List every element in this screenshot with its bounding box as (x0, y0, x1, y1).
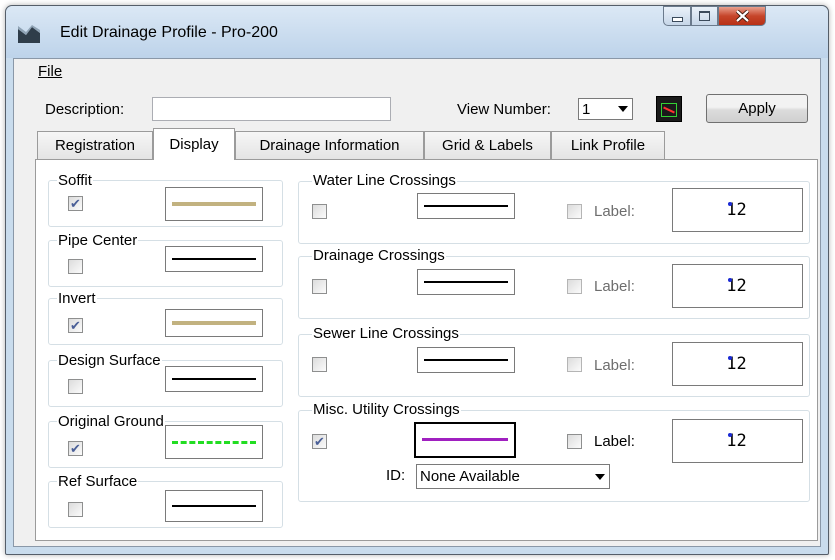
design-surface-label: Design Surface (57, 352, 162, 369)
sewer-line-label-text: Label: (594, 357, 635, 374)
view-number-value: 1 (582, 100, 591, 118)
description-label: Description: (45, 101, 125, 118)
water-line-label-text: Label: (594, 203, 635, 220)
soffit-label: Soffit (57, 172, 93, 189)
drainage-line-style[interactable] (417, 269, 515, 295)
misc-utility-checkbox[interactable]: ✔ (312, 434, 327, 449)
sewer-line-text-style[interactable]: 12 (672, 342, 803, 386)
sewer-line-line-style[interactable] (417, 347, 515, 373)
design-surface-checkbox[interactable] (68, 379, 83, 394)
minimize-button[interactable] (663, 6, 691, 26)
pipe-center-checkbox[interactable] (68, 259, 83, 274)
original-ground-checkbox[interactable]: ✔ (68, 441, 83, 456)
description-input[interactable] (152, 97, 391, 121)
pipe-center-label: Pipe Center (57, 232, 139, 249)
close-button[interactable] (718, 6, 766, 26)
water-line-crossings-label: Water Line Crossings (312, 172, 457, 189)
drainage-text-style[interactable]: 12 (672, 264, 803, 308)
id-label: ID: (386, 467, 406, 484)
view-number-label: View Number: (457, 101, 551, 118)
design-surface-line-style[interactable] (165, 366, 263, 392)
sewer-line-label-checkbox[interactable] (567, 357, 582, 372)
minimize-icon (671, 17, 683, 22)
ref-surface-label: Ref Surface (57, 473, 139, 490)
drainage-label-text: Label: (594, 278, 635, 295)
drainage-checkbox[interactable] (312, 279, 327, 294)
misc-utility-label-checkbox[interactable] (567, 434, 582, 449)
pipe-center-line-style[interactable] (165, 246, 263, 272)
tab-link-profile[interactable]: Link Profile (551, 131, 665, 159)
invert-label: Invert (57, 290, 97, 307)
drainage-label-checkbox[interactable] (567, 279, 582, 294)
invert-checkbox[interactable]: ✔ (68, 318, 83, 333)
water-line-line-style[interactable] (417, 193, 515, 219)
id-select[interactable]: None Available (416, 464, 610, 489)
app-icon (18, 25, 40, 43)
ref-surface-line-style[interactable] (165, 490, 263, 522)
misc-utility-crossings-label: Misc. Utility Crossings (312, 401, 461, 418)
soffit-checkbox[interactable]: ✔ (68, 196, 83, 211)
misc-utility-text-style[interactable]: 12 (672, 419, 803, 463)
drainage-crossings-label: Drainage Crossings (312, 247, 446, 264)
tab-drainage-information[interactable]: Drainage Information (235, 131, 424, 159)
chevron-down-icon (618, 106, 628, 112)
water-line-checkbox[interactable] (312, 204, 327, 219)
ref-surface-checkbox[interactable] (68, 502, 83, 517)
soffit-line-style[interactable] (165, 187, 263, 221)
sewer-line-checkbox[interactable] (312, 357, 327, 372)
view-icon[interactable] (656, 96, 682, 122)
check-icon: ✔ (70, 196, 81, 211)
invert-line-style[interactable] (165, 309, 263, 337)
window-title: Edit Drainage Profile - Pro-200 (60, 24, 278, 41)
title-bar[interactable]: Edit Drainage Profile - Pro-200 (6, 6, 828, 58)
chevron-down-icon (595, 473, 605, 480)
apply-button[interactable]: Apply (706, 94, 808, 123)
maximize-icon (699, 11, 710, 21)
menu-file[interactable]: File (38, 63, 62, 80)
check-icon: ✔ (314, 434, 325, 449)
tab-display[interactable]: Display (153, 128, 235, 160)
water-line-label-checkbox[interactable] (567, 204, 582, 219)
maximize-button[interactable] (691, 6, 718, 26)
check-icon: ✔ (70, 441, 81, 456)
tab-registration[interactable]: Registration (37, 131, 153, 159)
water-line-text-style[interactable]: 12 (672, 188, 803, 232)
misc-utility-label-text: Label: (594, 433, 635, 450)
tab-grid-labels[interactable]: Grid & Labels (424, 131, 551, 159)
close-icon (735, 10, 749, 22)
original-ground-line-style[interactable] (165, 425, 263, 459)
id-select-value: None Available (420, 468, 520, 485)
original-ground-label: Original Ground (57, 413, 165, 430)
misc-utility-line-style[interactable] (414, 422, 516, 458)
check-icon: ✔ (70, 318, 81, 333)
view-number-select[interactable]: 1 (578, 98, 633, 120)
sewer-line-crossings-label: Sewer Line Crossings (312, 325, 460, 342)
